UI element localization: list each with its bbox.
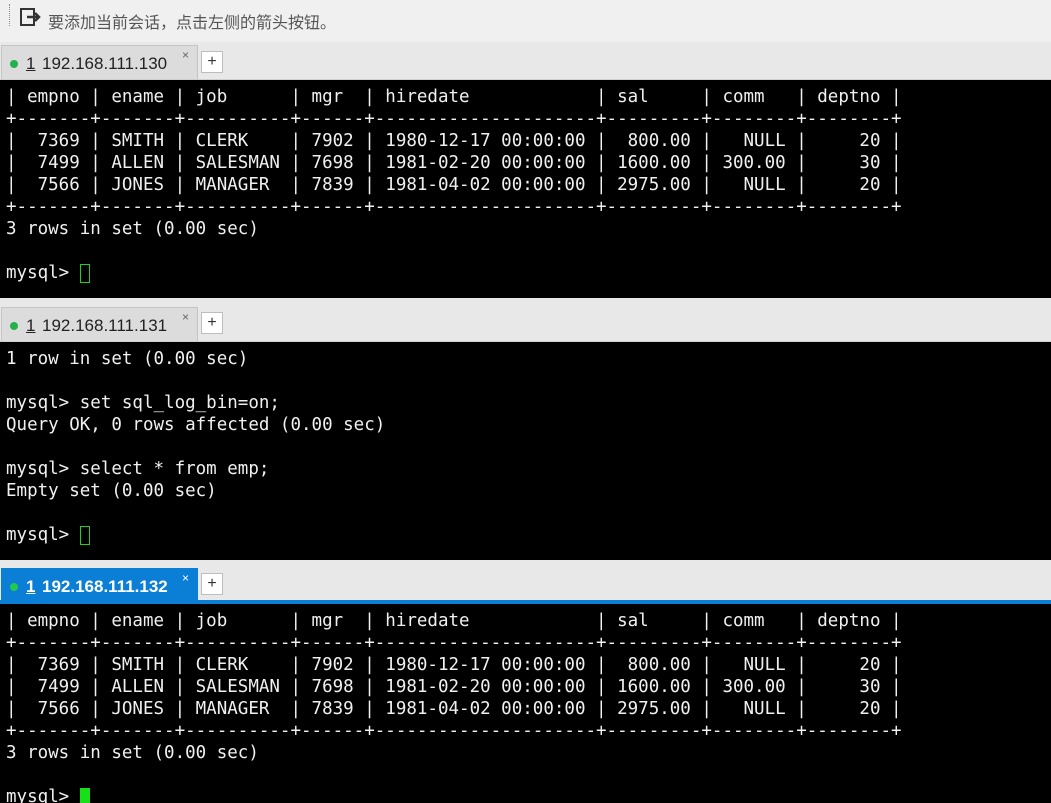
tab-session-2[interactable]: 1 192.168.111.131 × (1, 307, 198, 341)
terminal-prompt-line: mysql> (6, 262, 90, 284)
toolbar-grip[interactable] (9, 4, 11, 26)
tab-close-icon[interactable]: × (182, 48, 189, 62)
terminal-line: Empty set (0.00 sec) (6, 481, 217, 501)
terminal-line: | 7369 | SMITH | CLERK | 7902 | 1980-12-… (6, 655, 902, 675)
terminal-prompt-line: mysql> (6, 524, 90, 546)
terminal-line: | 7566 | JONES | MANAGER | 7839 | 1981-0… (6, 175, 902, 195)
terminal-line: 3 rows in set (0.00 sec) (6, 743, 259, 763)
terminal-line: | 7499 | ALLEN | SALESMAN | 7698 | 1981-… (6, 153, 902, 173)
terminal-session-3[interactable]: | empno | ename | job | mgr | hiredate |… (0, 604, 1051, 803)
terminal-line: | empno | ename | job | mgr | hiredate |… (6, 87, 902, 107)
session-hint-text: 要添加当前会话，点击左侧的箭头按钮。 (48, 15, 337, 32)
terminal-session-2[interactable]: 1 row in set (0.00 sec) mysql> set sql_l… (0, 342, 1051, 560)
terminal-line: mysql> select * from emp; (6, 459, 270, 479)
mysql-prompt: mysql> (6, 263, 80, 283)
terminal-prompt-line: mysql> (6, 786, 90, 803)
terminal-line: +-------+-------+----------+------+-----… (6, 721, 902, 741)
tab-strip-session-3: 1 192.168.111.132 × + (0, 560, 1051, 601)
session-hint-bar: 要添加当前会话，点击左侧的箭头按钮。 (0, 0, 1051, 42)
tab-close-icon[interactable]: × (182, 310, 189, 324)
new-tab-button[interactable]: + (201, 312, 223, 334)
terminal-line: | 7566 | JONES | MANAGER | 7839 | 1981-0… (6, 699, 902, 719)
tab-close-icon[interactable]: × (182, 571, 189, 585)
connected-status-icon (10, 583, 18, 591)
mysql-prompt: mysql> (6, 787, 80, 803)
tab-host: 192.168.111.132 (42, 577, 168, 596)
tab-session-1[interactable]: 1 192.168.111.130 × (1, 45, 198, 79)
new-tab-button[interactable]: + (201, 51, 223, 73)
new-tab-button[interactable]: + (201, 573, 223, 595)
tab-number: 1 (26, 316, 36, 335)
terminal-line: +-------+-------+----------+------+-----… (6, 633, 902, 653)
tab-strip-session-1: 1 192.168.111.130 × + (0, 42, 1051, 80)
connected-status-icon (10, 60, 18, 68)
terminal-cursor (79, 787, 90, 803)
terminal-line: | 7499 | ALLEN | SALESMAN | 7698 | 1981-… (6, 677, 902, 697)
tab-number: 1 (26, 577, 36, 596)
tab-host: 192.168.111.131 (42, 316, 168, 335)
terminal-line: +-------+-------+----------+------+-----… (6, 197, 902, 217)
terminal-line: Query OK, 0 rows affected (0.00 sec) (6, 415, 386, 435)
mysql-prompt: mysql> (6, 525, 80, 545)
terminal-line: 1 row in set (0.00 sec) (6, 349, 249, 369)
terminal-session-1[interactable]: | empno | ename | job | mgr | hiredate |… (0, 80, 1051, 298)
terminal-line: | empno | ename | job | mgr | hiredate |… (6, 611, 902, 631)
terminal-line: | 7369 | SMITH | CLERK | 7902 | 1980-12-… (6, 131, 902, 151)
terminal-line: +-------+-------+----------+------+-----… (6, 109, 902, 129)
arrow-session-icon[interactable] (20, 8, 42, 28)
terminal-cursor (79, 263, 90, 283)
terminal-cursor (79, 525, 90, 545)
tab-session-3[interactable]: 1 192.168.111.132 × (1, 568, 198, 600)
terminal-line: 3 rows in set (0.00 sec) (6, 219, 259, 239)
connected-status-icon (10, 322, 18, 330)
tab-number: 1 (26, 54, 36, 73)
terminal-line: mysql> set sql_log_bin=on; (6, 393, 280, 413)
tab-strip-session-2: 1 192.168.111.131 × + (0, 298, 1051, 342)
tab-host: 192.168.111.130 (42, 54, 168, 73)
